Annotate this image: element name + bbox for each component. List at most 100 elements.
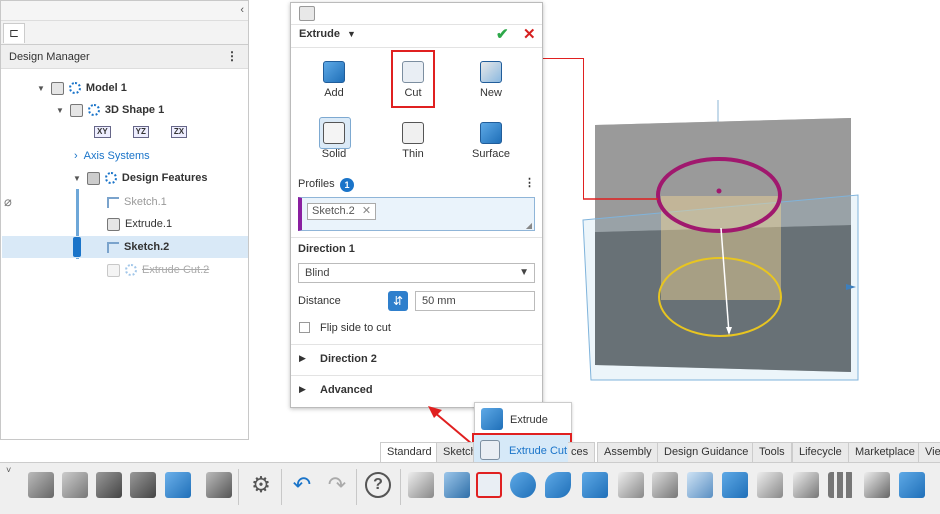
- more-tools-icon[interactable]: [899, 472, 925, 498]
- yz-plane-icon[interactable]: YZ: [132, 126, 149, 139]
- callout-line-vertical: [583, 58, 584, 199]
- cut-preview-body: [661, 196, 781, 300]
- surface-button[interactable]: Surface: [461, 122, 521, 160]
- shape-icon: [69, 103, 83, 117]
- sweep-icon[interactable]: [545, 472, 571, 498]
- panel-title[interactable]: Extrude ▼: [299, 28, 356, 40]
- flip-direction-icon[interactable]: ⇵: [388, 291, 408, 311]
- chevron-right-icon[interactable]: ›: [74, 150, 78, 162]
- tab-assembly[interactable]: Assembly: [597, 442, 659, 462]
- pattern-icon[interactable]: [828, 472, 854, 498]
- tree-item-sketch1[interactable]: Sketch.1: [107, 191, 167, 213]
- extrude-cut-icon: [107, 263, 120, 277]
- undo-icon[interactable]: ↶: [289, 472, 315, 498]
- expand-arrow-icon[interactable]: ▼: [56, 106, 64, 115]
- hide-eye-icon[interactable]: ⌀: [4, 194, 12, 210]
- flip-side-checkbox[interactable]: [299, 322, 310, 333]
- tree-item-3d-shape[interactable]: ▼ 3D Shape 1: [56, 99, 164, 121]
- regenerate-icon[interactable]: [165, 472, 191, 498]
- sketch-icon: [107, 196, 119, 208]
- save-as-icon[interactable]: [130, 472, 156, 498]
- settings-gear-icon[interactable]: ⚙: [248, 472, 274, 498]
- tab-lifecycle[interactable]: Lifecycle: [792, 442, 849, 462]
- tree-tab-icon[interactable]: ⊏: [3, 23, 25, 43]
- plane-icons-row: XY YZ ZX: [94, 121, 192, 143]
- tree-item-axis-systems[interactable]: › Axis Systems: [74, 145, 150, 167]
- manager-tabbar: ⊏: [1, 21, 248, 45]
- tab-standard[interactable]: Standard: [380, 442, 439, 462]
- redo-icon[interactable]: ↷: [324, 472, 350, 498]
- open-document-icon[interactable]: [62, 472, 88, 498]
- tree-item-model[interactable]: ▼ Model 1: [37, 77, 127, 99]
- hole-icon[interactable]: [757, 472, 783, 498]
- flip-side-label: Flip side to cut: [320, 322, 391, 334]
- profiles-selection-box[interactable]: Sketch.2 ✕ ◢: [298, 197, 535, 231]
- extrude-cut-toolbar-icon[interactable]: [476, 472, 502, 498]
- help-icon[interactable]: ?: [365, 472, 391, 498]
- tree-item-extrude-cut2[interactable]: Extrude Cut.2: [107, 259, 209, 281]
- more-options-icon[interactable]: ⋮: [226, 49, 238, 63]
- save-icon[interactable]: [96, 472, 122, 498]
- sketch-plane-icon[interactable]: [444, 472, 470, 498]
- panel-topbar: ‹: [1, 1, 248, 21]
- direction2-label[interactable]: Direction 2: [320, 353, 377, 365]
- tab-design-guidance[interactable]: Design Guidance: [657, 442, 756, 462]
- expand-arrow-icon[interactable]: ▼: [73, 174, 81, 183]
- tab-sketch[interactable]: Sketch: [436, 442, 474, 462]
- tree-item-design-features[interactable]: ▼ Design Features: [73, 167, 208, 189]
- sketch-cube-icon[interactable]: [408, 472, 434, 498]
- distance-input[interactable]: 50 mm: [415, 291, 535, 311]
- ok-check-icon[interactable]: ✔: [496, 25, 509, 43]
- profiles-more-icon[interactable]: ⋮: [524, 176, 535, 189]
- xy-plane-icon[interactable]: XY: [94, 126, 111, 139]
- cancel-x-icon[interactable]: ✕: [523, 25, 536, 43]
- solid-button[interactable]: Solid: [304, 122, 364, 160]
- new-icon: [480, 61, 502, 83]
- center-point: [716, 188, 722, 194]
- dropdown-arrow-icon[interactable]: ▼: [347, 29, 356, 39]
- mirror-icon[interactable]: [793, 472, 819, 498]
- collapse-left-icon[interactable]: ‹: [240, 4, 244, 16]
- expand-direction2-icon[interactable]: ▶: [299, 353, 306, 364]
- tree-item-sketch2[interactable]: Sketch.2: [2, 236, 248, 258]
- export-icon[interactable]: [206, 472, 232, 498]
- expand-arrow-icon[interactable]: ▼: [37, 84, 45, 93]
- expand-advanced-icon[interactable]: ▶: [299, 384, 306, 395]
- tab-tools[interactable]: Tools: [752, 442, 792, 462]
- regen-icon: [68, 82, 81, 95]
- thin-button[interactable]: Thin: [383, 122, 443, 160]
- shell-icon[interactable]: [618, 472, 644, 498]
- new-document-icon[interactable]: [28, 472, 54, 498]
- design-manager-title: Design Manager: [9, 51, 90, 63]
- zx-plane-icon[interactable]: ZX: [170, 126, 188, 139]
- chamfer-icon[interactable]: [687, 472, 713, 498]
- extrude-menu-icon: [481, 408, 503, 430]
- solid-icon: [323, 122, 345, 144]
- distance-label: Distance: [298, 295, 341, 307]
- rib-icon[interactable]: [864, 472, 890, 498]
- tree-item-extrude1[interactable]: Extrude.1: [107, 213, 172, 235]
- profile-chip[interactable]: Sketch.2 ✕: [307, 203, 377, 220]
- tab-features[interactable]: ces: [568, 442, 596, 462]
- direction-type-select[interactable]: Blind ▼: [298, 263, 535, 283]
- tab-marketplace[interactable]: Marketplace: [848, 442, 922, 462]
- loft-icon[interactable]: [582, 472, 608, 498]
- toolbar-menu-chevron-icon[interactable]: ˅: [6, 465, 11, 475]
- resize-grip-icon[interactable]: ◢: [526, 221, 532, 230]
- features-icon: [86, 171, 100, 185]
- remove-chip-icon[interactable]: ✕: [362, 205, 371, 217]
- revolve-icon[interactable]: [510, 472, 536, 498]
- rollback-handle[interactable]: [73, 237, 81, 257]
- new-button[interactable]: New: [461, 61, 521, 99]
- fillet-icon[interactable]: [652, 472, 678, 498]
- draft-icon[interactable]: [722, 472, 748, 498]
- profiles-count-badge: 1: [340, 178, 354, 192]
- tab-view[interactable]: Vie: [918, 442, 940, 462]
- 3d-viewport[interactable]: [543, 0, 940, 440]
- regen-icon: [87, 104, 100, 117]
- menu-item-extrude[interactable]: Extrude: [510, 414, 548, 426]
- add-button[interactable]: Add: [304, 61, 364, 99]
- cut-icon: [402, 61, 424, 83]
- advanced-label[interactable]: Advanced: [320, 384, 373, 396]
- cut-button[interactable]: Cut: [383, 61, 443, 99]
